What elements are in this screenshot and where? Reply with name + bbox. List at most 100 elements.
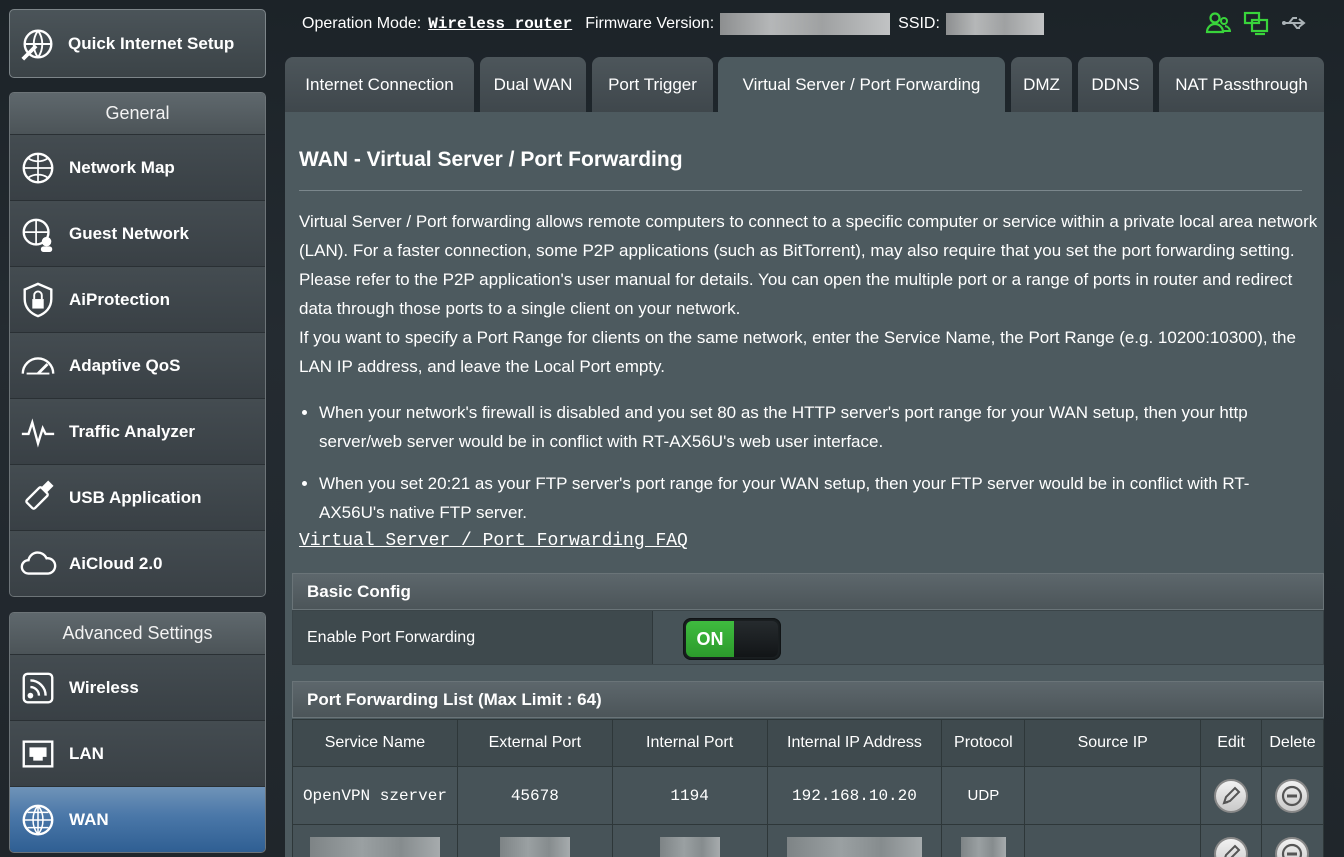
description-paragraph-2: If you want to specify a Port Range for … xyxy=(299,328,1296,376)
cell-external-port: 45678 xyxy=(456,766,613,825)
enable-port-forwarding-label: Enable Port Forwarding xyxy=(293,611,653,664)
sidebar-item-lan[interactable]: LAN xyxy=(10,720,265,786)
sidebar-item-label: Adaptive QoS xyxy=(69,355,181,375)
title-divider xyxy=(299,190,1302,191)
cell-delete xyxy=(1260,824,1325,857)
network-status-icon[interactable] xyxy=(1243,10,1269,41)
cell-redacted xyxy=(456,824,613,857)
usb-icon xyxy=(18,478,58,518)
table-header-row: Service Name External Port Internal Port… xyxy=(292,719,1325,767)
lan-port-icon xyxy=(18,734,58,774)
sidebar-item-label: USB Application xyxy=(69,487,202,507)
cell-edit xyxy=(1200,766,1262,825)
sidebar-item-wireless[interactable]: Wireless xyxy=(10,654,265,720)
sidebar-item-label: Guest Network xyxy=(69,223,189,243)
edit-button[interactable] xyxy=(1214,836,1249,857)
col-protocol: Protocol xyxy=(941,719,1026,767)
operation-mode-link[interactable]: Wireless router xyxy=(428,15,572,33)
port-forwarding-table: Service Name External Port Internal Port… xyxy=(292,719,1325,857)
operation-mode-label: Operation Mode: xyxy=(302,15,422,32)
sidebar-item-usb-application[interactable]: USB Application xyxy=(10,464,265,530)
description-paragraph-1: Virtual Server / Port forwarding allows … xyxy=(299,212,1318,318)
minus-circle-icon xyxy=(1282,785,1303,806)
col-internal-port: Internal Port xyxy=(611,719,768,767)
delete-button[interactable] xyxy=(1275,836,1310,857)
toggle-knob xyxy=(734,621,778,657)
wand-globe-icon xyxy=(18,24,58,64)
col-external-port: External Port xyxy=(456,719,613,767)
usb-status-icon[interactable] xyxy=(1281,10,1307,41)
status-icons xyxy=(1205,10,1307,41)
sidebar: Quick Internet Setup General Network Map… xyxy=(9,9,266,853)
cloud-icon xyxy=(18,544,58,584)
cell-protocol: UDP xyxy=(941,766,1026,825)
sidebar-item-label: AiCloud 2.0 xyxy=(69,553,163,573)
tab-dual-wan[interactable]: Dual WAN xyxy=(480,57,586,112)
cell-redacted xyxy=(292,824,458,857)
tab-ddns[interactable]: DDNS xyxy=(1078,57,1153,112)
tab-internet-connection[interactable]: Internet Connection xyxy=(285,57,474,112)
top-status-bar: Operation Mode: Wireless router Firmware… xyxy=(302,12,1052,36)
cell-source-ip xyxy=(1024,766,1202,825)
sidebar-item-label: Wireless xyxy=(69,677,139,697)
network-map-icon xyxy=(18,148,58,188)
tab-dmz[interactable]: DMZ xyxy=(1011,57,1072,112)
sidebar-item-aicloud[interactable]: AiCloud 2.0 xyxy=(10,530,265,596)
tab-port-trigger[interactable]: Port Trigger xyxy=(592,57,713,112)
sidebar-item-label: WAN xyxy=(69,809,109,829)
cell-redacted xyxy=(766,824,943,857)
delete-button[interactable] xyxy=(1275,778,1310,813)
firmware-label: Firmware Version: xyxy=(585,15,715,32)
general-menu: General Network Map Guest Network AiProt… xyxy=(9,92,266,597)
ssid-value-redacted xyxy=(945,13,1044,35)
port-forwarding-list-header: Port Forwarding List (Max Limit : 64) xyxy=(292,681,1324,718)
aiprotection-shield-icon xyxy=(18,280,58,320)
table-row: OpenVPN szerver 45678 1194 192.168.10.20… xyxy=(292,766,1325,825)
col-delete: Delete xyxy=(1260,719,1325,767)
wireless-icon xyxy=(18,668,58,708)
sidebar-item-adaptive-qos[interactable]: Adaptive QoS xyxy=(10,332,265,398)
col-edit: Edit xyxy=(1200,719,1262,767)
warning-http: When your network's firewall is disabled… xyxy=(319,398,1314,456)
faq-link[interactable]: Virtual Server / Port Forwarding FAQ xyxy=(299,531,688,551)
general-header: General xyxy=(10,93,265,134)
sidebar-item-aiprotection[interactable]: AiProtection xyxy=(10,266,265,332)
advanced-menu: Advanced Settings Wireless LAN WAN xyxy=(9,612,266,853)
globe-icon xyxy=(18,800,58,840)
users-icon[interactable] xyxy=(1205,10,1232,41)
page-title: WAN - Virtual Server / Port Forwarding xyxy=(299,148,683,171)
guest-network-icon xyxy=(18,214,58,254)
ssid-label: SSID: xyxy=(898,15,940,32)
quick-internet-setup-label: Quick Internet Setup xyxy=(68,33,235,53)
advanced-header: Advanced Settings xyxy=(10,613,265,654)
basic-config-header: Basic Config xyxy=(292,573,1324,610)
content-panel: WAN - Virtual Server / Port Forwarding V… xyxy=(285,112,1325,857)
cell-delete xyxy=(1260,766,1325,825)
port-forwarding-toggle[interactable]: ON xyxy=(683,618,781,660)
quick-internet-setup-button[interactable]: Quick Internet Setup xyxy=(9,9,266,78)
sidebar-item-traffic-analyzer[interactable]: Traffic Analyzer xyxy=(10,398,265,464)
col-service-name: Service Name xyxy=(292,719,458,767)
tab-nat-passthrough[interactable]: NAT Passthrough xyxy=(1159,57,1324,112)
toggle-on-label: ON xyxy=(686,621,734,657)
sidebar-item-wan[interactable]: WAN xyxy=(10,786,265,852)
warning-ftp: When you set 20:21 as your FTP server's … xyxy=(319,469,1314,527)
tab-virtual-server[interactable]: Virtual Server / Port Forwarding xyxy=(718,57,1005,112)
sidebar-item-guest-network[interactable]: Guest Network xyxy=(10,200,265,266)
cell-internal-port: 1194 xyxy=(611,766,768,825)
sidebar-item-network-map[interactable]: Network Map xyxy=(10,134,265,200)
pencil-icon xyxy=(1222,786,1241,805)
firmware-value-redacted xyxy=(720,13,891,35)
cell-redacted xyxy=(611,824,768,857)
traffic-analyzer-icon xyxy=(18,412,58,452)
sidebar-item-label: LAN xyxy=(69,743,104,763)
table-row-redacted xyxy=(292,824,1325,857)
sidebar-item-label: Traffic Analyzer xyxy=(69,421,195,441)
qos-gauge-icon xyxy=(18,346,58,386)
minus-circle-icon xyxy=(1282,843,1303,857)
warning-list: When your network's firewall is disabled… xyxy=(319,398,1314,540)
cell-internal-ip: 192.168.10.20 xyxy=(766,766,943,825)
edit-button[interactable] xyxy=(1214,778,1249,813)
cell-edit xyxy=(1200,824,1262,857)
cell-redacted xyxy=(941,824,1026,857)
